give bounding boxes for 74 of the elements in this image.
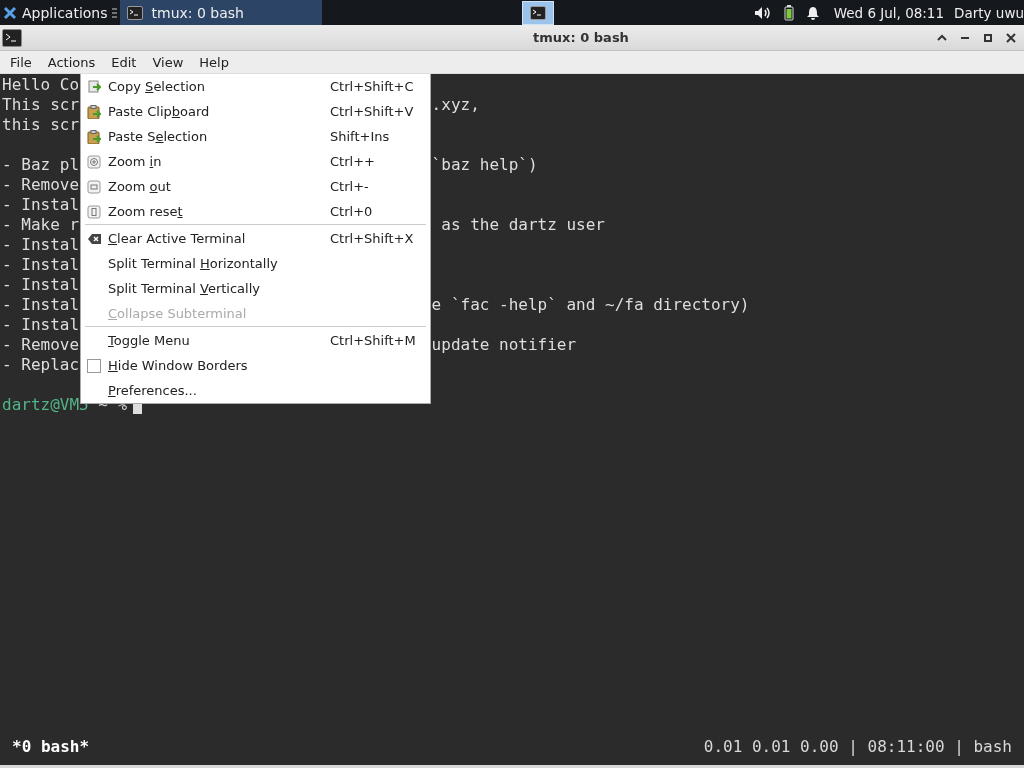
menu-item[interactable]: View [144,54,192,70]
terminal-icon [126,5,143,20]
maximize-icon [982,31,994,44]
terminal-icon [529,5,546,20]
menu-icon [111,7,117,18]
applications-menu[interactable]: Applications [0,0,112,25]
terminal-text: - Instal [2,255,80,274]
text-cursor [133,402,142,414]
taskbar-button[interactable]: tmux: 0 bash [119,0,322,25]
menu-item[interactable]: File [2,54,40,70]
terminal-text: - Remove [2,335,80,354]
menu-item[interactable]: Preferences... [81,378,430,403]
terminal-text: - Instal [2,295,80,314]
shortcut-text: Ctrl++ [330,154,376,169]
minimize-icon [961,36,969,39]
maximize-button[interactable] [981,31,995,44]
clear-icon [87,231,101,246]
zoom-in-icon [87,154,101,169]
terminal-text: - Replac [2,355,80,374]
terminal-text: - Instal [2,275,80,294]
terminal-text: - Instal [2,235,80,254]
terminal-text: - Instal [2,195,80,214]
shortcut-text: Ctrl+Shift+V [330,104,415,119]
menu-item[interactable]: Toggle Menu Ctrl+Shift+M [81,328,430,353]
close-button[interactable] [1004,31,1018,44]
battery-icon [783,4,794,21]
terminal-text: - Remove [2,175,80,194]
bell-icon [805,5,820,20]
volume-icon [753,5,772,20]
window-title: tmux: 0 bash [532,30,630,45]
paste-icon [87,104,101,119]
user-name[interactable]: Darty uwu [954,4,1024,21]
checkbox[interactable] [87,358,101,373]
terminal-text: - Instal [2,315,80,334]
menu-item[interactable]: Edit [103,54,145,70]
paste-icon [87,129,101,144]
menu-item[interactable]: Hide Window Borders [81,353,430,378]
menu-item[interactable]: Help [191,54,237,70]
terminal-text: - Make r [2,215,80,234]
close-icon [1005,31,1017,44]
menu-item[interactable]: Zoom reset Ctrl+0 [81,199,430,224]
status-window-name: *0 bash* [12,736,90,756]
menu-item[interactable]: Actions [39,54,104,70]
terminal-text: update notifier [431,335,577,355]
menu-item[interactable]: Paste Clipboard Ctrl+Shift+V [81,99,430,124]
terminal-text: - Baz pl [2,155,80,174]
shortcut-text: Ctrl+Shift+X [330,231,415,246]
menu-item[interactable]: Zoom in Ctrl++ [81,149,430,174]
clock-text[interactable]: Wed 6 Jul, 08:11 [833,4,945,21]
menu-item[interactable]: Copy Selection Ctrl+Shift+C [81,74,430,99]
terminal-text: Hello Co [2,75,80,94]
terminal-text: e `fac -help` and ~/fa directory) [431,295,750,315]
menu-item[interactable]: Zoom out Ctrl+- [81,174,430,199]
menu-item[interactable]: Split Terminal Vertically [81,276,430,301]
x-logo-icon [3,5,17,20]
zoom-reset-icon [87,204,101,219]
status-info: 0.01 0.01 0.00 | 08:11:00 | bash [703,736,1012,756]
shortcut-text: Ctrl+- [330,179,370,194]
menu-item[interactable]: Split Terminal Horizontally [81,251,430,276]
copy-icon [87,79,101,94]
shortcut-text: Ctrl+0 [330,204,374,219]
terminal-text: this scr [2,115,80,134]
shortcut-text: Shift+Ins [330,129,391,144]
terminal-text: This scr [2,95,80,114]
zoom-out-icon [87,179,101,194]
menu-item[interactable]: Clear Active Terminal Ctrl+Shift+X [81,226,430,251]
terminal-text: .xyz, [431,95,480,115]
workspace-button[interactable] [521,0,554,25]
shortcut-text: Ctrl+Shift+C [330,79,415,94]
shortcut-text: Ctrl+Shift+M [330,333,417,348]
terminal-text: as the dartz user [440,215,605,235]
terminal-text: `baz help`) [431,155,538,175]
menu-item[interactable]: Paste Selection Shift+Ins [81,124,430,149]
terminal-icon [2,28,22,47]
